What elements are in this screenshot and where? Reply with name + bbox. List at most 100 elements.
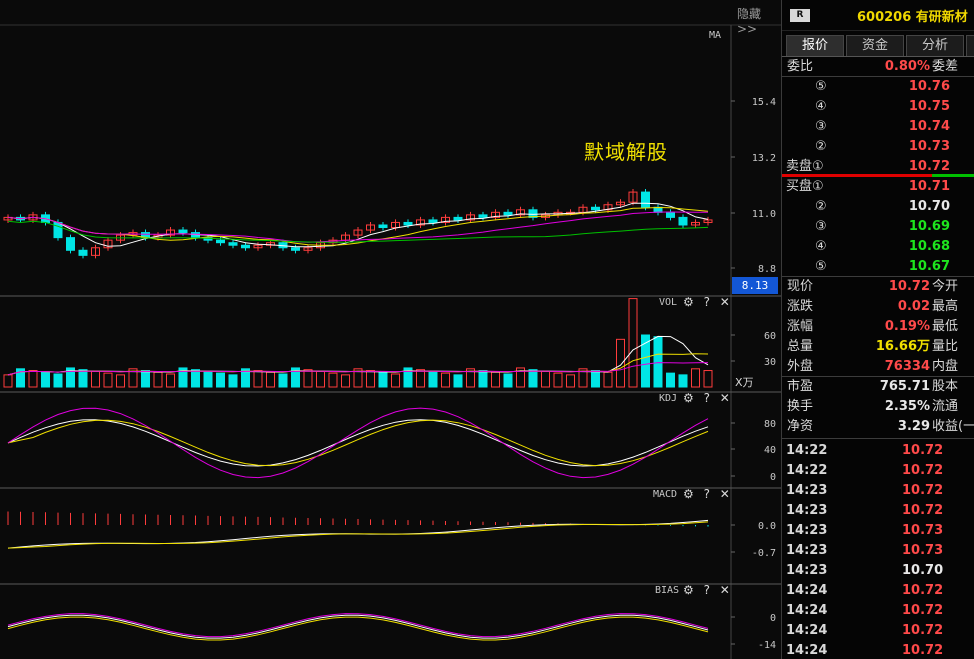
- tick-row: 14:23 10.70: [782, 561, 974, 581]
- candle-body: [378, 224, 388, 229]
- quote-sidebar: R 600206 有研新材 报价 资金 分析 委比 0.80% 委差 ⑤ 10.76 ④ 1…: [781, 0, 974, 659]
- tick-row: 14:23 10.73: [782, 541, 974, 561]
- volume-bar: [628, 298, 638, 388]
- weibi-label2: 委差: [932, 59, 959, 74]
- stat-label2: 最高: [932, 299, 959, 314]
- stat-label2: 最低: [932, 319, 959, 334]
- kdj-d-line: [7, 419, 709, 467]
- tick-row: 14:22 10.72: [782, 441, 974, 461]
- y-axis-tick-label: 80: [764, 419, 776, 430]
- tick-row: 14:24 10.72: [782, 621, 974, 641]
- volume-bar: [566, 374, 575, 388]
- tab-funds[interactable]: 资金: [846, 35, 904, 56]
- hide-panel-link[interactable]: 隐藏>>: [737, 5, 781, 36]
- bias-line-2: [7, 616, 709, 641]
- candle-body: [53, 221, 63, 239]
- y-axis-tick-label: 40: [764, 445, 776, 456]
- candle-body: [666, 211, 675, 218]
- volume-bar: [378, 371, 388, 388]
- sell-level-row[interactable]: ⑤ 10.76: [782, 77, 974, 97]
- buy-level-price: 10.70: [908, 199, 950, 214]
- volume-bar: [653, 336, 663, 388]
- tick-time: 14:24: [786, 623, 828, 638]
- macd-panel-tools[interactable]: ⚙ ? ✕: [683, 487, 733, 501]
- candle-body: [503, 211, 513, 216]
- volume-bar: [678, 374, 688, 388]
- stat-label2: 股本: [932, 379, 959, 394]
- stat-value: 10.72: [888, 279, 930, 294]
- candle-body: [291, 247, 300, 251]
- stat-label: 市盈: [787, 379, 814, 394]
- vol-panel-tools[interactable]: ⚙ ? ✕: [683, 295, 733, 309]
- volume-bar: [316, 370, 325, 388]
- r-badge[interactable]: R: [790, 9, 810, 22]
- tick-price: 10.72: [902, 623, 944, 638]
- sell-level-label: ⑤: [815, 79, 827, 94]
- y-axis-tick-label: 0.0: [758, 521, 776, 532]
- stat-row: 总量 16.66万 量比: [782, 337, 974, 357]
- volume-bar: [341, 374, 350, 388]
- buy-level-price: 10.67: [908, 259, 950, 274]
- buy-level-row[interactable]: ③ 10.69: [782, 217, 974, 237]
- sidebar-tabs: 报价 资金 分析: [782, 31, 974, 57]
- tab-more[interactable]: [966, 35, 974, 56]
- tick-row: 14:24 10.72: [782, 581, 974, 601]
- buy-level-row[interactable]: 买盘① 10.71: [782, 177, 974, 197]
- stat-label2: 流通: [932, 399, 959, 414]
- tick-price: 10.73: [902, 523, 944, 538]
- sell-level-row[interactable]: ② 10.73: [782, 137, 974, 157]
- bias-panel-tools[interactable]: ⚙ ? ✕: [683, 583, 733, 597]
- tab-analysis[interactable]: 分析: [906, 35, 964, 56]
- y-axis-tick-label: 11.0: [752, 209, 776, 220]
- stat-label: 外盘: [787, 359, 814, 374]
- stat-value: 16.66万: [875, 339, 930, 354]
- stat-row: 外盘 76334 内盘: [782, 357, 974, 377]
- tick-time: 14:22: [786, 443, 828, 458]
- sell-level-label: ③: [815, 119, 827, 134]
- buy-level-row[interactable]: ⑤ 10.67: [782, 257, 974, 277]
- tick-time: 14:23: [786, 483, 828, 498]
- volume-bar: [116, 374, 125, 388]
- sell-level-row[interactable]: ③ 10.74: [782, 117, 974, 137]
- candle-body: [428, 219, 438, 223]
- chart-area[interactable]: 15.4 13.2 11.0 8.8 60 30 80 40 0 0.0 -0.7 0 -14 隐藏>>…: [0, 0, 781, 659]
- volume-bar: [616, 338, 625, 388]
- buy-level-label: ②: [815, 199, 827, 214]
- volume-bar: [503, 373, 513, 388]
- volume-bar: [141, 370, 150, 388]
- sell-level-row[interactable]: ④ 10.75: [782, 97, 974, 117]
- tick-price: 10.72: [902, 603, 944, 618]
- volume-bar: [366, 370, 375, 388]
- stat-value: 3.29: [897, 419, 930, 434]
- sell-level-price: 10.73: [908, 139, 950, 154]
- candle-body: [78, 249, 88, 256]
- y-axis-tick-label: 8.8: [758, 264, 776, 275]
- sell-level-label: ②: [815, 139, 827, 154]
- volume-bar: [703, 370, 713, 388]
- kdj-panel-label: KDJ: [659, 393, 678, 404]
- volume-bar: [541, 370, 550, 388]
- volume-bar: [603, 371, 613, 388]
- volume-bar: [591, 370, 600, 388]
- tick-price: 10.72: [902, 483, 944, 498]
- buy-level-row[interactable]: ② 10.70: [782, 197, 974, 217]
- kdj-panel-tools[interactable]: ⚙ ? ✕: [683, 391, 733, 405]
- buy-level-price: 10.68: [908, 239, 950, 254]
- stock-chart[interactable]: 15.4 13.2 11.0 8.8 60 30 80 40 0 0.0 -0.7 0 -14: [0, 0, 781, 659]
- volume-bar: [253, 370, 263, 388]
- y-axis-tick-label: 13.2: [752, 153, 776, 164]
- candle-body: [478, 214, 488, 218]
- buy-level-label: ⑤: [815, 259, 827, 274]
- stat-label: 现价: [787, 279, 814, 294]
- volume-bar: [528, 369, 538, 388]
- weibi-value: 0.80%: [884, 59, 930, 74]
- volume-bar: [441, 372, 450, 388]
- volume-bar: [3, 374, 13, 388]
- tab-quote[interactable]: 报价: [786, 35, 844, 56]
- volume-bar: [91, 370, 100, 388]
- buy-level-row[interactable]: ④ 10.68: [782, 237, 974, 257]
- stat-label2: 今开: [932, 279, 959, 294]
- volume-bar: [428, 370, 438, 388]
- volume-bar: [491, 371, 500, 388]
- stat-row: 净资 3.29 收益(一: [782, 417, 974, 437]
